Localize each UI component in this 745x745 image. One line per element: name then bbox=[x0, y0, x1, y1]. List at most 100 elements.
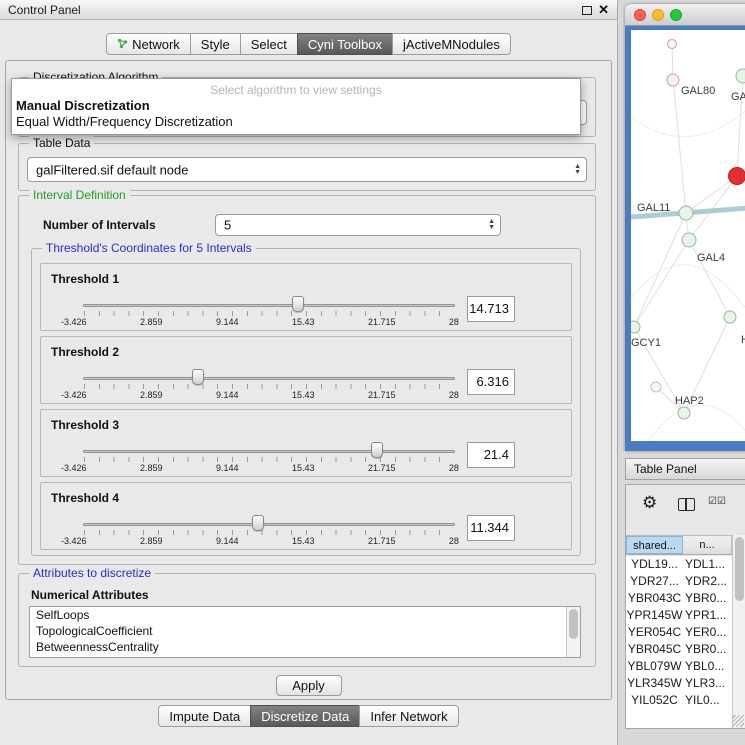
threshold-slider[interactable]: -3.4262.8599.14415.4321.71528 bbox=[61, 367, 459, 403]
slider-thumb-icon[interactable] bbox=[192, 369, 204, 385]
network-canvas[interactable]: GAL80GAL8GAL11GAL4GCY1HHAP2 bbox=[631, 30, 745, 441]
network-node[interactable] bbox=[668, 40, 677, 49]
numerical-attributes-label: Numerical Attributes bbox=[31, 588, 149, 602]
thresholds-group: Threshold's Coordinates for 5 Intervals … bbox=[31, 248, 581, 556]
threshold-value-field[interactable]: 21.4 bbox=[467, 442, 515, 468]
attributes-scrollbar[interactable] bbox=[566, 607, 580, 657]
table-row[interactable]: YER054CYER0... bbox=[626, 624, 732, 641]
tab-discretize-data[interactable]: Discretize Data bbox=[250, 705, 360, 727]
threshold-slider[interactable]: -3.4262.8599.14415.4321.71528 bbox=[61, 294, 459, 330]
tick-label: 21.715 bbox=[368, 390, 396, 400]
threshold-label: Threshold 1 bbox=[51, 272, 119, 286]
network-node[interactable] bbox=[651, 382, 661, 392]
slider-thumb-icon[interactable] bbox=[371, 442, 383, 458]
apply-button[interactable]: Apply bbox=[276, 675, 342, 696]
close-traffic-light-icon[interactable] bbox=[634, 9, 646, 21]
tick-label: 2.859 bbox=[140, 390, 163, 400]
top-tab-bar: NetworkStyleSelect Cyni Toolbox jActiveMNo… bbox=[0, 33, 617, 55]
threshold-slider[interactable]: -3.4262.8599.14415.4321.71528 bbox=[61, 440, 459, 476]
tick-label: -3.426 bbox=[61, 390, 87, 400]
slider-thumb-icon[interactable] bbox=[252, 515, 264, 531]
num-intervals-combobox[interactable]: 5 ▲▼ bbox=[215, 214, 501, 236]
threshold-label: Threshold 3 bbox=[51, 418, 119, 432]
table-scrollbar-thumb[interactable] bbox=[735, 537, 744, 601]
network-edge[interactable] bbox=[634, 213, 686, 327]
network-node-label: HAP2 bbox=[675, 395, 704, 407]
table-panel-header[interactable]: Table Panel bbox=[625, 458, 745, 480]
slider-tick-labels: -3.4262.8599.14415.4321.71528 bbox=[61, 317, 459, 327]
tab-label: Impute Data bbox=[169, 709, 240, 724]
network-node-label: GCY1 bbox=[631, 337, 661, 349]
network-node-gal8[interactable] bbox=[736, 69, 745, 83]
columns-icon[interactable] bbox=[678, 498, 695, 511]
network-window-titlebar[interactable] bbox=[625, 4, 745, 26]
tab-select[interactable]: Select bbox=[240, 33, 298, 55]
select-columns-icon[interactable]: ☑☑ bbox=[708, 496, 726, 507]
threshold-value-field[interactable]: 11.344 bbox=[467, 515, 515, 541]
thresholds-group-title: Threshold's Coordinates for 5 Intervals bbox=[42, 241, 256, 255]
table-data-group-title: Table Data bbox=[29, 136, 94, 150]
table-row[interactable]: YDR27...YDR2... bbox=[626, 573, 732, 590]
threshold-value-field[interactable]: 6.316 bbox=[467, 369, 515, 395]
attribute-item-betweennesscentrality[interactable]: BetweennessCentrality bbox=[30, 639, 580, 655]
network-edge-arc[interactable] bbox=[636, 405, 745, 441]
cell-name: YBR0... bbox=[683, 641, 732, 658]
minimize-traffic-light-icon[interactable] bbox=[652, 9, 664, 21]
tab-impute-data[interactable]: Impute Data bbox=[158, 705, 251, 727]
network-node-gal4[interactable] bbox=[682, 233, 696, 247]
tab-style[interactable]: Style bbox=[190, 33, 241, 55]
algorithm-popup-prompt: Select algorithm to view settings bbox=[12, 83, 580, 97]
tab-cyni-toolbox[interactable]: Cyni Toolbox bbox=[297, 33, 393, 55]
table-data-combobox[interactable]: galFiltered.sif default node ▲▼ bbox=[27, 157, 587, 182]
tick-label: -3.426 bbox=[61, 536, 87, 546]
network-edge[interactable] bbox=[634, 240, 689, 327]
network-node-label: GAL8 bbox=[731, 91, 745, 103]
tab-infer-network[interactable]: Infer Network bbox=[359, 705, 458, 727]
gear-icon[interactable]: ⚙ bbox=[642, 493, 657, 513]
attribute-item-selfloops[interactable]: SelfLoops bbox=[30, 607, 580, 623]
close-icon[interactable]: ✕ bbox=[598, 2, 609, 18]
threshold-value-field[interactable]: 14.713 bbox=[467, 296, 515, 322]
slider-thumb-icon[interactable] bbox=[292, 296, 304, 312]
column-header-shared-name[interactable]: shared... bbox=[626, 536, 683, 554]
resize-grip[interactable] bbox=[732, 715, 744, 727]
attribute-item-topologicalcoefficient[interactable]: TopologicalCoefficient bbox=[30, 623, 580, 639]
cell-shared-name: YER054C bbox=[626, 624, 683, 641]
tab-label: jActiveMNodules bbox=[403, 37, 500, 52]
table-row[interactable]: YPR145WYPR1... bbox=[626, 607, 732, 624]
network-node-gcy1[interactable] bbox=[631, 321, 640, 333]
table-row[interactable]: YBL079WYBL0... bbox=[626, 658, 732, 675]
bottom-tab-bar: Impute Data Discretize DataInfer Network bbox=[0, 705, 617, 727]
table-scrollbar[interactable] bbox=[732, 535, 745, 728]
network-edge[interactable] bbox=[673, 80, 686, 213]
popup-item-manual-discretization[interactable]: Manual Discretization bbox=[12, 97, 580, 113]
network-node[interactable] bbox=[729, 168, 745, 185]
column-header-name[interactable]: n... bbox=[683, 536, 732, 554]
network-node-gal80[interactable] bbox=[667, 74, 679, 86]
network-canvas-svg: GAL80GAL8GAL11GAL4GCY1HHAP2 bbox=[631, 30, 745, 441]
threshold-slider[interactable]: -3.4262.8599.14415.4321.71528 bbox=[61, 513, 459, 549]
zoom-traffic-light-icon[interactable] bbox=[670, 9, 682, 21]
attributes-scrollbar-thumb[interactable] bbox=[569, 609, 578, 639]
network-node-hap2[interactable] bbox=[678, 407, 690, 419]
table-row[interactable]: YBR045CYBR0... bbox=[626, 641, 732, 658]
table-row[interactable]: YIL052CYIL0... bbox=[626, 692, 732, 709]
tab-network[interactable]: Network bbox=[106, 33, 191, 55]
table-row[interactable]: YBR043CYBR0... bbox=[626, 590, 732, 607]
tick-label: 2.859 bbox=[140, 536, 163, 546]
tab-jactivemnodules[interactable]: jActiveMNodules bbox=[392, 33, 511, 55]
slider-tick-labels: -3.4262.8599.14415.4321.71528 bbox=[61, 463, 459, 473]
network-node-gal11[interactable] bbox=[679, 206, 693, 220]
float-window-icon[interactable] bbox=[582, 6, 592, 15]
algorithm-popup: Select algorithm to view settings Manual… bbox=[11, 78, 581, 135]
tab-label: Cyni Toolbox bbox=[308, 37, 382, 52]
combobox-arrows-icon: ▲▼ bbox=[488, 219, 495, 231]
network-node-h[interactable] bbox=[724, 311, 736, 323]
popup-item-equal-width-frequency-discretization[interactable]: Equal Width/Frequency Discretization bbox=[12, 113, 580, 129]
table-row[interactable]: YDL19...YDL1... bbox=[626, 556, 732, 573]
num-intervals-label: Number of Intervals bbox=[43, 218, 156, 232]
tick-label: 15.43 bbox=[292, 463, 315, 473]
cell-shared-name: YLR345W bbox=[626, 675, 683, 692]
table-row[interactable]: YLR345WYLR3... bbox=[626, 675, 732, 692]
arrow-down-icon: ▼ bbox=[574, 170, 581, 176]
